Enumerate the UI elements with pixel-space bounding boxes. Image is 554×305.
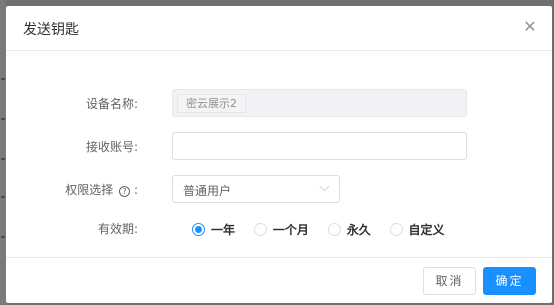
radio-label: 一个月 (272, 223, 309, 237)
permission-label-text: 权限选择 (65, 183, 114, 197)
chevron-down-icon (319, 181, 330, 192)
dialog-footer: 取消 确定 (6, 257, 552, 303)
device-name-row: 设备名称: 密云展示2 (6, 89, 552, 117)
radio-circle[interactable] (389, 223, 403, 236)
permission-row: 权限选择 ? : 普通用户 (6, 175, 552, 203)
close-icon[interactable]: ✕ (522, 18, 538, 36)
permission-select[interactable]: 普通用户 (172, 175, 340, 203)
radio-permanent[interactable]: 永久 (327, 221, 371, 238)
permission-label: 权限选择 ? : (46, 181, 138, 198)
validity-radio-group: 一年 一个月 永久 自定义 (192, 221, 460, 237)
confirm-button[interactable]: 确定 (483, 267, 536, 295)
radio-circle[interactable] (192, 223, 205, 236)
receiver-account-input[interactable] (173, 133, 466, 159)
radio-custom[interactable]: 自定义 (389, 221, 445, 238)
validity-label: 有效期: (97, 222, 138, 236)
radio-circle[interactable] (253, 223, 267, 236)
permission-label-colon: : (133, 183, 138, 197)
radio-circle[interactable] (327, 223, 341, 236)
receiver-account-field[interactable] (172, 132, 467, 160)
radio-one-year[interactable]: 一年 (192, 221, 235, 238)
background-text-fragment (1, 236, 5, 238)
validity-row: 有效期: 一年 一个月 永久 自定义 (6, 214, 552, 242)
radio-label: 自定义 (408, 223, 445, 237)
dialog-title: 发送钥匙 (23, 22, 79, 38)
send-key-dialog: 发送钥匙 ✕ 设备名称: 密云展示2 接收账号: 权限选择 ? : 普通用户 有… (6, 6, 552, 303)
radio-label: 一年 (211, 223, 236, 237)
device-name-label: 设备名称: (85, 97, 138, 111)
radio-label: 永久 (346, 223, 371, 237)
background-text-fragment (1, 158, 5, 160)
receiver-account-row: 接收账号: (6, 132, 552, 160)
question-circle-icon[interactable]: ? (119, 186, 131, 197)
device-tag: 密云展示2 (177, 94, 246, 113)
device-name-field: 密云展示2 (172, 89, 467, 117)
background-text-fragment (1, 78, 5, 80)
dialog-header: 发送钥匙 ✕ (6, 6, 552, 51)
radio-one-month[interactable]: 一个月 (253, 221, 309, 238)
background-text-fragment (1, 118, 5, 120)
background-text-fragment (1, 196, 5, 198)
permission-selected-value: 普通用户 (183, 184, 232, 198)
receiver-account-label: 接收账号: (85, 140, 138, 154)
cancel-button[interactable]: 取消 (423, 267, 476, 295)
